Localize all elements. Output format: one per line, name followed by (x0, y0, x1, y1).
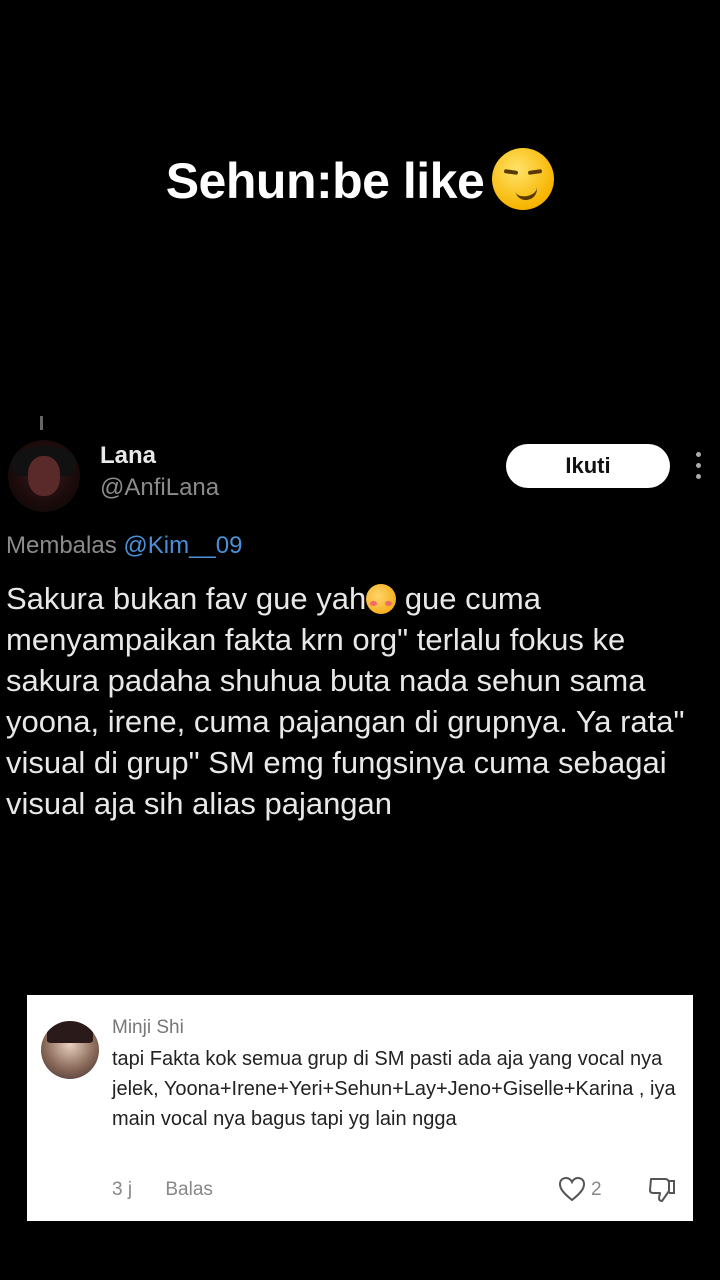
tweet-avatar[interactable] (8, 440, 80, 512)
follow-button[interactable]: Ikuti (506, 444, 670, 488)
reply-mention-link[interactable]: @Kim__09 (123, 532, 242, 559)
reply-prefix: Membalas (6, 532, 117, 559)
reply-context: Membalas @Kim__09 (6, 532, 242, 560)
tweet-text-part2: gue cuma menyampaikan fakta krn org" ter… (6, 581, 685, 821)
more-options-icon[interactable] (694, 452, 702, 482)
commenter-avatar[interactable] (41, 1021, 99, 1079)
tweet-text-part1: Sakura bukan fav gue yah (6, 581, 367, 616)
tweet-text: Sakura bukan fav gue yah gue cuma menyam… (6, 578, 712, 824)
tweet-author-handle[interactable]: @AnfiLana (100, 474, 219, 502)
reply-button[interactable]: Balas (165, 1179, 213, 1200)
divider-tick (40, 416, 43, 430)
commenter-name[interactable]: Minji Shi (112, 1017, 184, 1039)
dislike-icon[interactable] (647, 1175, 677, 1203)
like-count: 2 (591, 1179, 602, 1200)
comment-card: Minji Shi tapi Fakta kok semua grup di S… (27, 995, 693, 1221)
smirking-face-icon (492, 148, 555, 210)
flushed-face-icon (366, 584, 397, 614)
caption-text: Sehun:be like (165, 153, 485, 209)
comment-time: 3 j (112, 1179, 133, 1200)
tweet-author-name[interactable]: Lana (100, 442, 156, 470)
comment-meta: 3 j Balas (112, 1179, 213, 1201)
video-caption: Sehun:be like (0, 148, 720, 210)
comment-text: tapi Fakta kok semua grup di SM pasti ad… (112, 1048, 676, 1130)
heart-icon[interactable] (558, 1176, 586, 1202)
